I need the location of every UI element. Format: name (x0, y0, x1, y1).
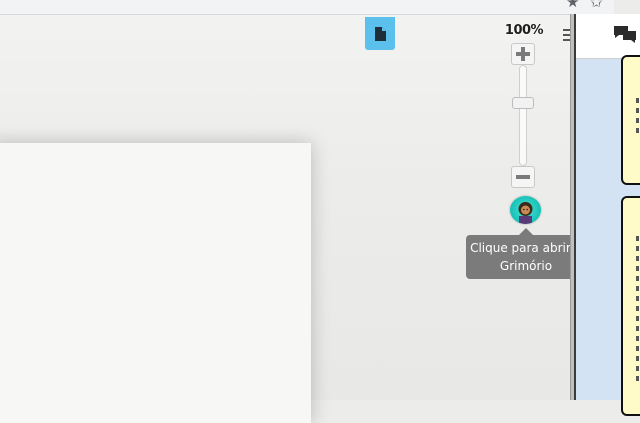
star-icon[interactable]: ★ (566, 0, 579, 11)
avatar-face-icon (518, 202, 533, 224)
minus-icon (516, 175, 530, 179)
browser-toolbar: ★ ✩ (0, 0, 614, 15)
plus-icon (516, 47, 530, 61)
document-page[interactable] (0, 143, 311, 423)
grimoire-avatar[interactable] (510, 196, 541, 224)
chat-icon[interactable] (613, 24, 637, 46)
card-text-lines (636, 98, 639, 138)
zoom-level-label: 100% (504, 23, 544, 38)
puzzle-icon[interactable]: ✩ (590, 0, 603, 11)
document-button[interactable] (365, 17, 395, 50)
card-text-lines (636, 236, 639, 386)
zoom-slider-handle[interactable] (512, 97, 534, 109)
tooltip-arrow (519, 228, 533, 235)
zoom-slider-track[interactable] (519, 65, 527, 166)
grimoire-tooltip: Clique para abrir o Grimório (466, 235, 586, 279)
document-icon (375, 26, 386, 41)
zoom-out-button[interactable] (511, 166, 535, 188)
zoom-in-button[interactable] (511, 43, 535, 65)
